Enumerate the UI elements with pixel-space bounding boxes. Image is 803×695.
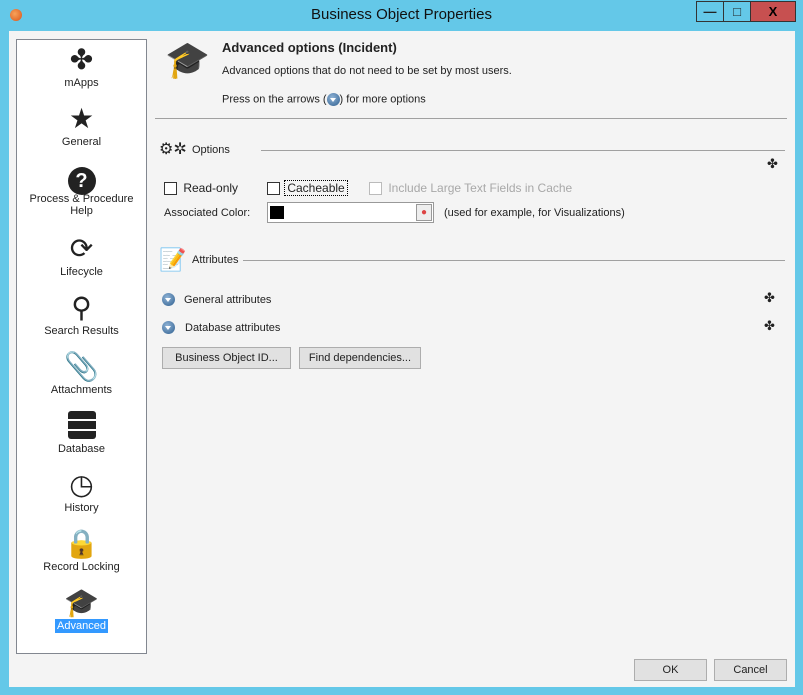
- sidebar-label: Advanced: [55, 619, 108, 633]
- close-button[interactable]: X: [750, 1, 796, 22]
- general-attributes-expander[interactable]: General attributes: [162, 292, 272, 307]
- sidebar-item-history[interactable]: ◷ History: [17, 470, 146, 515]
- color-palette-icon[interactable]: ●: [416, 204, 432, 221]
- refresh-icon: ⟳: [69, 233, 94, 264]
- checkbox: [369, 182, 382, 196]
- readonly-checkbox[interactable]: Read-only: [164, 181, 239, 196]
- checkbox[interactable]: [267, 182, 280, 196]
- color-swatch: [270, 206, 284, 219]
- lock-icon: 🔒: [64, 528, 99, 559]
- maximize-icon: □: [733, 4, 741, 19]
- sidebar-item-database[interactable]: Database: [17, 411, 146, 456]
- hint-suffix: ) for more options: [339, 93, 426, 106]
- sidebar-label: Attachments: [50, 384, 113, 396]
- close-icon: X: [768, 4, 778, 19]
- sidebar-label: Lifecycle: [60, 266, 103, 278]
- star-icon: ★: [68, 103, 95, 134]
- expand-arrow-icon[interactable]: [162, 321, 175, 335]
- sidebar: ✤ mApps ★ General ? Process & Procedure Hel…: [16, 39, 147, 654]
- maximize-button[interactable]: □: [723, 1, 751, 22]
- question-icon: ?: [17, 163, 146, 195]
- database-attributes-expander[interactable]: Database attributes: [162, 320, 281, 335]
- history-icon: ◷: [69, 469, 94, 500]
- find-dependencies-button[interactable]: Find dependencies...: [299, 347, 421, 369]
- header-divider: [155, 118, 787, 119]
- paperclip-icon: 📎: [64, 351, 99, 382]
- expand-arrow-icon: [326, 93, 340, 106]
- sidebar-item-mapps[interactable]: ✤ mApps: [17, 45, 146, 90]
- attributes-divider: [243, 260, 785, 261]
- document-edit-icon: 📝: [159, 247, 187, 272]
- color-note: (used for example, for Visualizations): [444, 207, 625, 219]
- sidebar-item-general[interactable]: ★ General: [17, 104, 146, 149]
- options-divider: [261, 150, 785, 151]
- large-text-label: Include Large Text Fields in Cache: [388, 181, 573, 195]
- page-subtitle: Advanced options that do not need to be …: [222, 65, 512, 77]
- associated-color-label: Associated Color:: [164, 207, 251, 219]
- cancel-button[interactable]: Cancel: [714, 659, 787, 681]
- sidebar-label: Search Results: [44, 325, 119, 337]
- sidebar-item-advanced[interactable]: 🎓 Advanced: [17, 588, 146, 633]
- business-object-id-button[interactable]: Business Object ID...: [162, 347, 291, 369]
- graduation-cap-icon: 🎓: [64, 587, 99, 618]
- attributes-section-label: Attributes: [192, 254, 239, 266]
- ok-button[interactable]: OK: [634, 659, 707, 681]
- minimize-icon: —: [703, 4, 717, 19]
- page-title: Advanced options (Incident): [222, 40, 397, 55]
- puzzle-menu-icon[interactable]: ✤: [764, 318, 775, 334]
- sidebar-label: Record Locking: [43, 561, 120, 573]
- puzzle-icon: ✤: [69, 44, 94, 75]
- sidebar-label: Process & Procedure Help: [29, 193, 134, 217]
- database-icon: [17, 411, 146, 441]
- minimize-button[interactable]: —: [696, 1, 724, 22]
- cacheable-checkbox[interactable]: Cacheable: [267, 180, 348, 196]
- sidebar-label: General: [61, 136, 102, 148]
- sidebar-item-search-results[interactable]: ⚲ Search Results: [17, 292, 146, 338]
- readonly-label: Read-only: [183, 181, 239, 195]
- title-bar[interactable]: Business Object Properties — □ X: [0, 0, 803, 31]
- sidebar-item-attachments[interactable]: 📎 Attachments: [17, 352, 146, 397]
- checkbox[interactable]: [164, 182, 177, 196]
- hint-prefix: Press on the arrows (: [222, 93, 327, 106]
- color-picker-field[interactable]: ●: [267, 202, 434, 223]
- sidebar-item-lifecycle[interactable]: ⟳ Lifecycle: [17, 234, 146, 279]
- graduation-cap-icon: 🎓: [165, 39, 210, 80]
- general-attributes-label: General attributes: [184, 294, 272, 306]
- gears-icon: ⚙✲: [159, 141, 187, 158]
- sidebar-item-process-help[interactable]: ? Process & Procedure Help: [17, 163, 146, 218]
- options-section-label: Options: [192, 144, 230, 156]
- arrows-hint: Press on the arrows ( ) for more options: [222, 93, 426, 106]
- sidebar-label: mApps: [64, 77, 99, 89]
- cacheable-label: Cacheable: [284, 180, 348, 196]
- puzzle-menu-icon[interactable]: ✤: [767, 156, 778, 172]
- expand-arrow-icon[interactable]: [162, 293, 175, 307]
- window-title: Business Object Properties: [311, 6, 492, 23]
- puzzle-menu-icon[interactable]: ✤: [764, 290, 775, 306]
- database-attributes-label: Database attributes: [185, 322, 281, 334]
- search-icon: ⚲: [71, 292, 92, 323]
- sidebar-label: Database: [57, 443, 106, 455]
- sidebar-item-record-locking[interactable]: 🔒 Record Locking: [17, 529, 146, 574]
- sidebar-label: History: [64, 502, 99, 514]
- large-text-checkbox: Include Large Text Fields in Cache: [369, 181, 573, 196]
